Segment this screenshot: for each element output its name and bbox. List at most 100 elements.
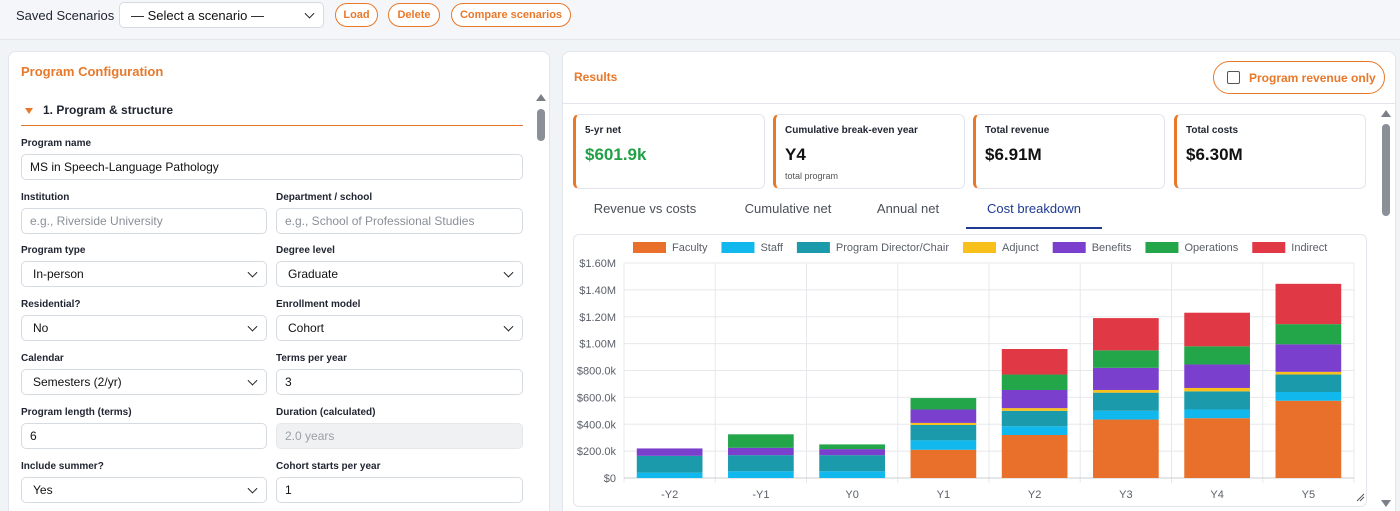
bar-segment [910, 449, 977, 478]
scenario-select-value: — Select a scenario — [131, 7, 264, 23]
enrollment-model-label: Enrollment model [276, 299, 361, 310]
cohort-starts-input[interactable]: 1 [276, 477, 523, 503]
results-scroll-thumb[interactable] [1382, 124, 1390, 216]
include-summer-select[interactable]: Yes [21, 477, 267, 503]
degree-level-select[interactable]: Graduate [276, 261, 523, 287]
bar-segment [1093, 350, 1159, 368]
load-button[interactable]: Load [335, 3, 378, 27]
residential-select[interactable]: No [21, 315, 267, 341]
duration-readonly: 2.0 years [276, 423, 523, 449]
tab-revenue-vs-costs[interactable]: Revenue vs costs [583, 201, 707, 229]
bar-segment [819, 444, 885, 450]
kpi-card-total-costs: Total costs $6.30M [1174, 114, 1366, 189]
legend-label: Operations [1184, 242, 1238, 254]
bar-segment [1001, 426, 1068, 435]
chevron-down-icon [247, 267, 258, 278]
bar-segment [1093, 389, 1159, 393]
results-scrollbar[interactable] [1381, 108, 1391, 511]
bar-segment [1001, 349, 1068, 375]
chevron-down-icon [304, 8, 315, 19]
y-tick-label: $200.0k [577, 446, 617, 458]
config-scroll-thumb[interactable] [537, 109, 545, 141]
calendar-select[interactable]: Semesters (2/yr) [21, 369, 267, 395]
program-revenue-only-label: Program revenue only [1249, 71, 1376, 85]
scroll-up-icon[interactable] [1381, 110, 1391, 117]
saved-scenarios-label: Saved Scenarios [16, 8, 115, 23]
program-revenue-only-checkbox[interactable] [1227, 71, 1240, 84]
program-name-label: Program name [21, 138, 92, 149]
bar-segment [1275, 392, 1342, 401]
terms-per-year-input[interactable]: 3 [276, 369, 523, 395]
kpi-value: Y4 [785, 145, 806, 164]
bar-segment [910, 398, 977, 410]
program-revenue-only-toggle[interactable]: Program revenue only [1213, 61, 1385, 94]
institution-label: Institution [21, 192, 70, 203]
institution-input[interactable]: e.g., Riverside University [21, 208, 267, 234]
terms-per-year-label: Terms per year [276, 353, 347, 364]
program-type-select[interactable]: In-person [21, 261, 267, 287]
enrollment-model-value: Cohort [288, 321, 325, 335]
x-tick-label: Y1 [937, 489, 950, 501]
bar-segment [1093, 318, 1159, 351]
bar-segment [1093, 419, 1159, 478]
bar-segment [1275, 371, 1342, 375]
y-tick-label: $0 [604, 473, 616, 485]
degree-level-value: Graduate [288, 267, 339, 281]
compare-scenarios-button[interactable]: Compare scenarios [451, 3, 571, 27]
kpi-card-5yr-net: 5-yr net $601.9k [573, 114, 765, 189]
chevron-down-icon [503, 267, 514, 278]
kpi-label: Total revenue [985, 125, 1050, 136]
legend-label: Benefits [1092, 242, 1132, 254]
kpi-value: $6.30M [1186, 145, 1243, 164]
chevron-down-icon [247, 483, 258, 494]
legend-swatch [721, 242, 755, 253]
bar-segment [1275, 344, 1342, 372]
config-scrollbar[interactable] [536, 92, 546, 511]
legend-swatch [796, 242, 830, 253]
delete-button[interactable]: Delete [388, 3, 440, 27]
bar-segment [819, 449, 885, 456]
bar-segment [910, 424, 977, 441]
kpi-card-total-revenue: Total revenue $6.91M [973, 114, 1165, 189]
x-tick-label: Y2 [1028, 489, 1041, 501]
program-configuration-panel: Program Configuration 1. Program & struc… [8, 51, 550, 511]
department-input[interactable]: e.g., School of Professional Studies [276, 208, 523, 234]
results-panel: Results Program revenue only 5-yr net $6… [562, 51, 1396, 511]
program-name-input[interactable]: MS in Speech-Language Pathology [21, 154, 523, 180]
legend-swatch [1145, 242, 1179, 253]
collapse-triangle-icon [25, 108, 33, 114]
tab-cost-breakdown[interactable]: Cost breakdown [966, 201, 1102, 229]
scroll-down-icon[interactable] [1381, 500, 1391, 507]
bar-segment [1001, 410, 1068, 427]
bar-segment [1184, 364, 1250, 388]
bar-segment [1001, 389, 1068, 409]
include-summer-label: Include summer? [21, 461, 104, 472]
bar-segment [1184, 391, 1250, 410]
bar-segment [1001, 374, 1068, 390]
scenario-select[interactable]: — Select a scenario — [119, 2, 324, 28]
residential-label: Residential? [21, 299, 81, 310]
y-tick-label: $1.00M [579, 339, 616, 351]
bar-segment [1093, 367, 1159, 390]
bar-segment [1184, 418, 1250, 478]
bar-segment [728, 447, 794, 456]
bar-segment [1184, 312, 1250, 347]
kpi-label: Cumulative break-even year [785, 125, 918, 136]
bar-segment [819, 471, 885, 478]
bar-segment [1093, 410, 1159, 420]
program-length-label: Program length (terms) [21, 407, 132, 418]
bar-segment [1184, 387, 1250, 392]
y-tick-label: $800.0k [577, 366, 617, 378]
scroll-up-icon[interactable] [536, 94, 546, 101]
y-tick-label: $1.60M [579, 258, 616, 270]
bar-segment [636, 472, 703, 478]
bar-segment [1275, 283, 1342, 325]
section-program-structure[interactable]: 1. Program & structure [21, 102, 523, 126]
tab-annual-net[interactable]: Annual net [868, 201, 948, 229]
program-length-input[interactable]: 6 [21, 423, 267, 449]
y-tick-label: $600.0k [577, 392, 617, 404]
legend-swatch [633, 242, 666, 253]
tab-cumulative-net[interactable]: Cumulative net [733, 201, 843, 229]
enrollment-model-select[interactable]: Cohort [276, 315, 523, 341]
bar-segment [1184, 409, 1250, 419]
